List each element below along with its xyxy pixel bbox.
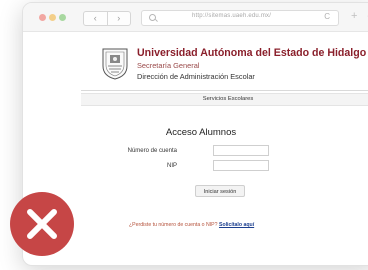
new-tab-button[interactable]: + [351,10,357,22]
forward-button[interactable]: › [108,12,131,25]
account-number-label: Número de cuenta [127,148,177,154]
direccion-text: Dirección de Administración Escolar [137,72,255,81]
university-name: Universidad Autónoma del Estado de Hidal… [137,47,367,59]
nip-label: NIP [166,163,177,169]
forgot-prefix: ¿Perdiste tu número de cuenta o NIP? [129,222,218,228]
login-title: Acceso Alumnos [165,127,237,138]
university-seal-icon [102,48,128,80]
nip-input[interactable] [213,160,269,171]
login-button[interactable]: Iniciar sesión [195,185,245,197]
window-zoom-dot[interactable] [59,14,66,21]
reload-icon[interactable]: C [324,12,330,21]
services-bar: Servicios Escolares [81,93,368,106]
error-badge [10,192,74,256]
browser-titlebar: ‹ › http://sitemas.uaeh.edu.mx/ C + ⊙ [23,3,368,32]
address-bar[interactable]: http://sitemas.uaeh.edu.mx/ C [141,10,339,26]
window-close-dot[interactable] [39,14,46,21]
nav-buttons: ‹ › [83,11,131,26]
account-number-input[interactable] [213,145,269,156]
close-x-icon [27,209,57,239]
window-minimize-dot[interactable] [49,14,56,21]
forgot-credentials-text: ¿Perdiste tu número de cuenta o NIP? Sol… [129,222,254,228]
forgot-link[interactable]: Solicítalo aquí [219,222,254,228]
back-button[interactable]: ‹ [84,12,108,25]
header-divider [81,90,368,91]
search-icon [149,14,156,21]
address-url: http://sitemas.uaeh.edu.mx/ [192,13,272,19]
secretaria-text: Secretaría General [137,61,200,70]
